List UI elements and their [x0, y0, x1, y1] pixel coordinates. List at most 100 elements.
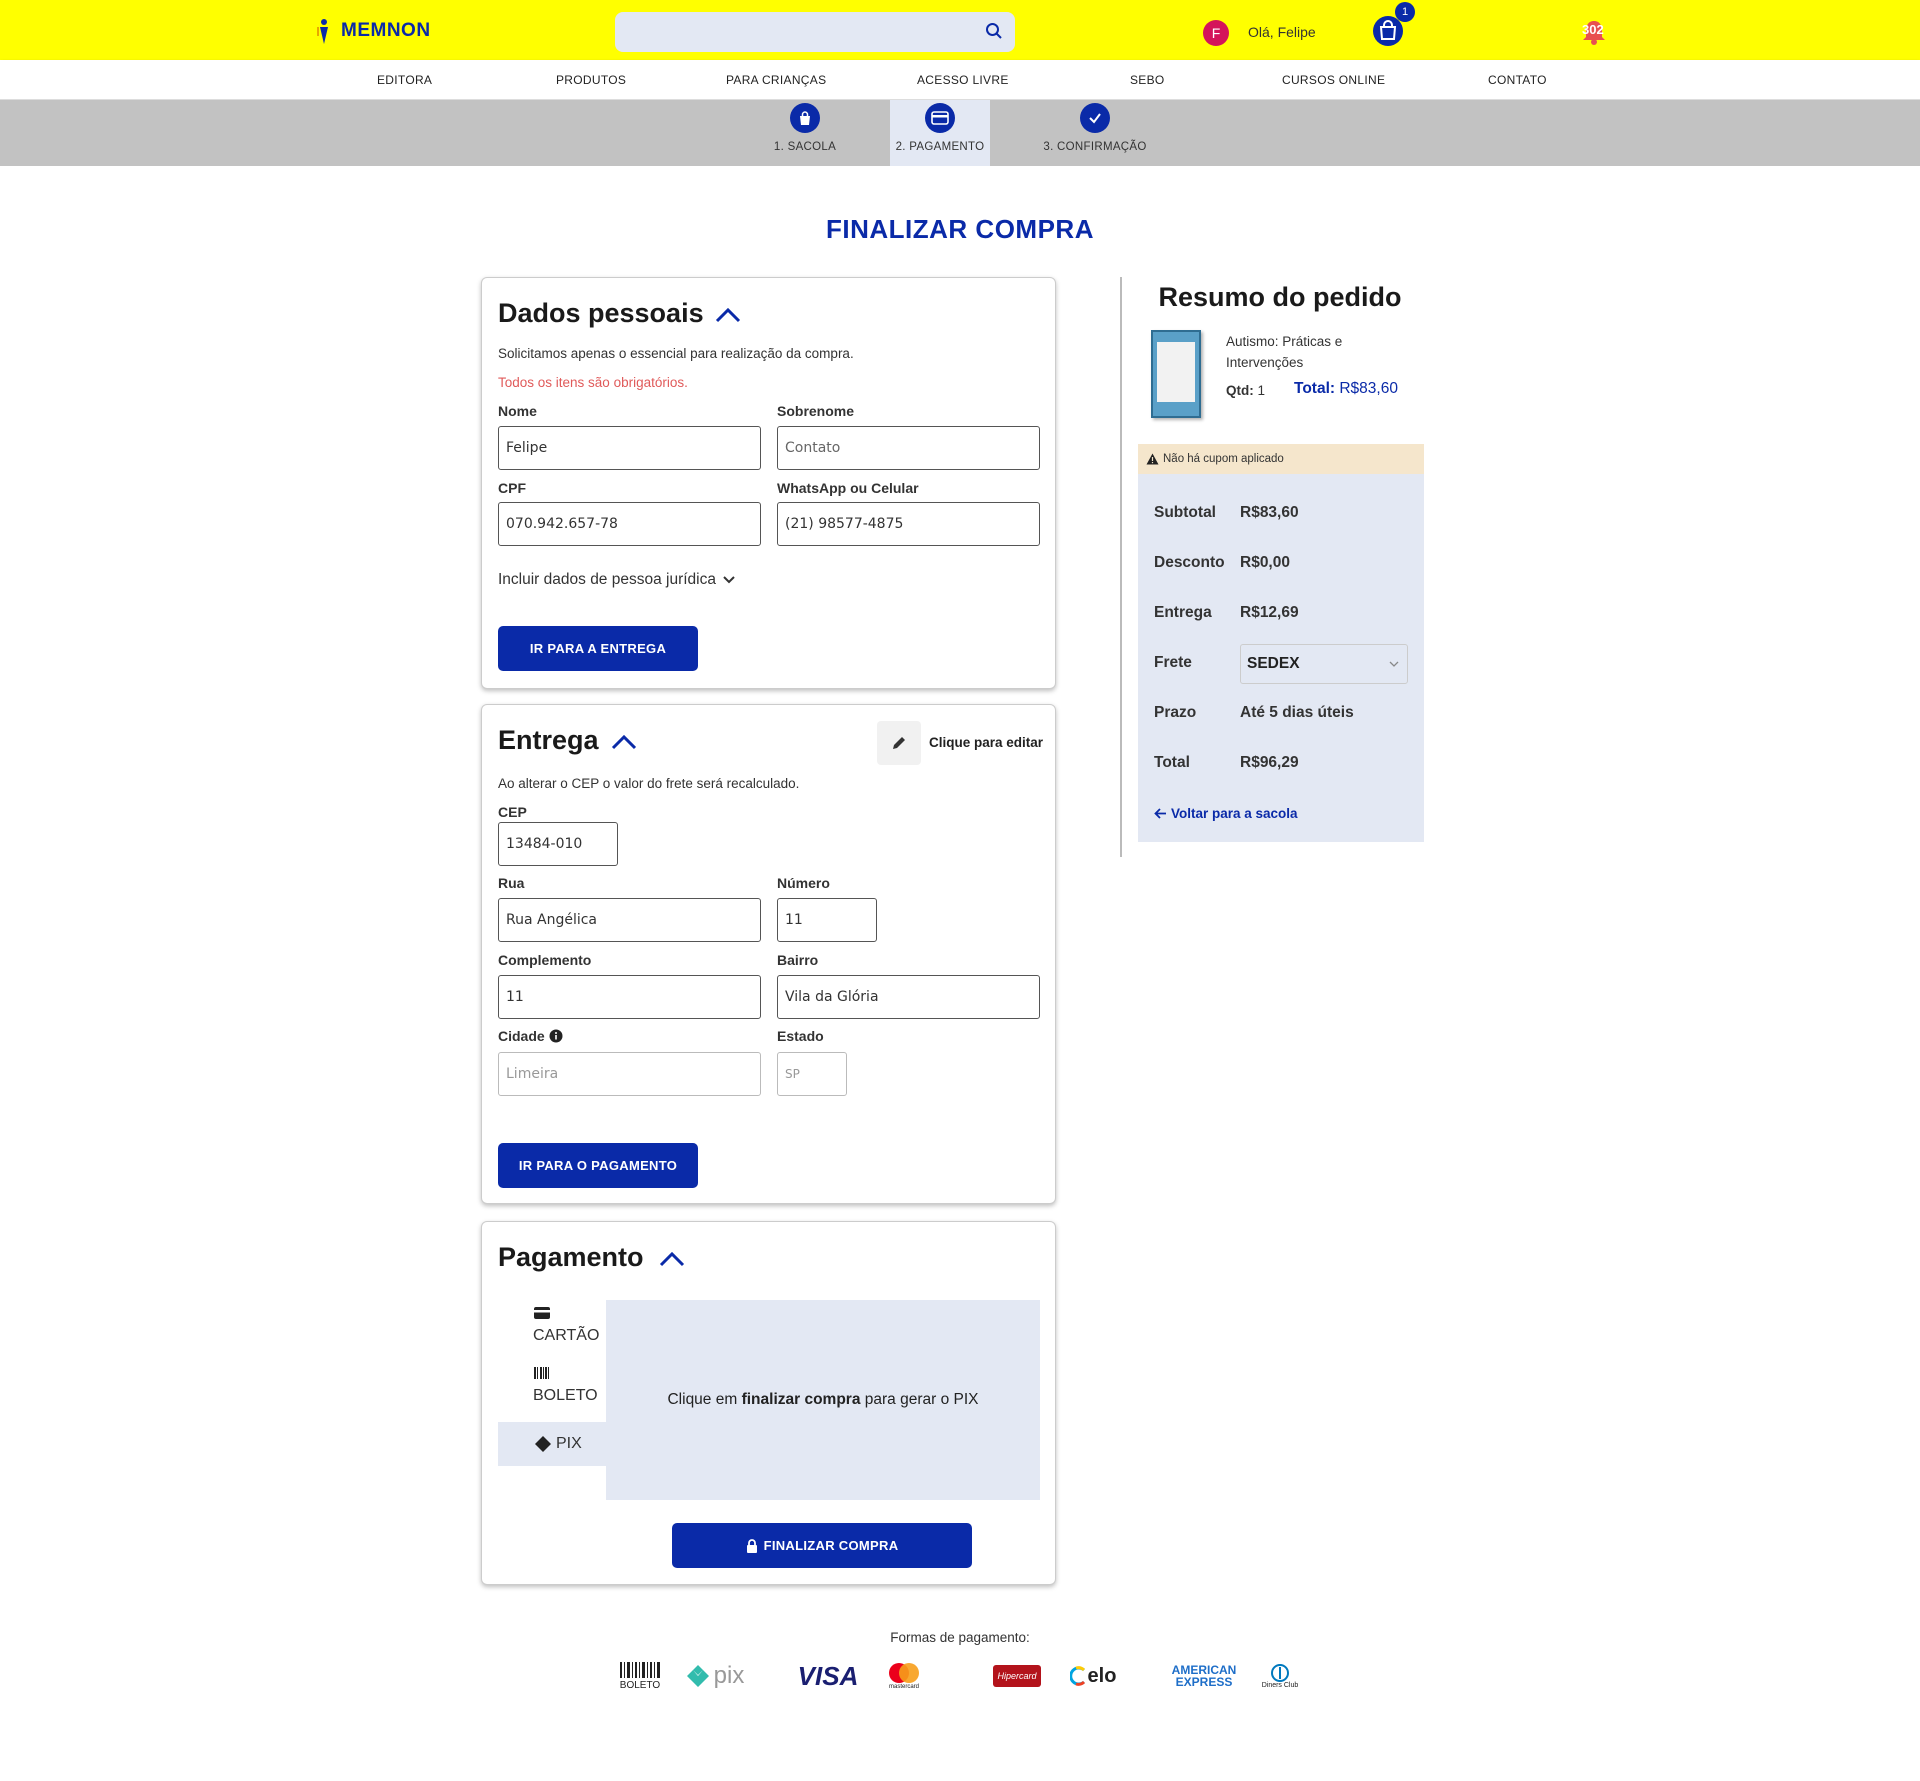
estado-field[interactable]: SP — [777, 1052, 847, 1096]
boleto-logo-text: BOLETO — [619, 1679, 661, 1691]
diners-club-icon — [1271, 1663, 1289, 1682]
product-total-value: R$83,60 — [1339, 380, 1398, 397]
payment-tab-pix[interactable]: PIX — [498, 1422, 606, 1466]
section-subtitle: Solicitamos apenas o essencial para real… — [498, 346, 854, 361]
delivery-card: Entrega Clique para editar Ao alterar o … — [481, 704, 1056, 1204]
check-icon — [1089, 113, 1101, 124]
phone-field[interactable]: (21) 98577-4875 — [777, 502, 1040, 546]
cep-label: CEP — [498, 804, 527, 820]
phone-label: WhatsApp ou Celular — [777, 480, 919, 496]
search-input[interactable] — [615, 12, 1015, 52]
user-greeting[interactable]: Olá, Felipe — [1248, 24, 1316, 40]
pix-logo: pix — [680, 1658, 750, 1694]
bairro-field[interactable]: Vila da Glória — [777, 975, 1040, 1019]
nav-item-para-criancas[interactable]: PARA CRIANÇAS — [726, 73, 826, 87]
nav-item-cursos-online[interactable]: CURSOS ONLINE — [1282, 73, 1385, 87]
back-to-cart-link[interactable]: Voltar para a sacola — [1154, 806, 1298, 821]
elo-logo: elo — [1068, 1658, 1118, 1694]
qty-label: Qtd: — [1226, 383, 1254, 398]
cep-field[interactable]: 13484-010 — [498, 822, 618, 866]
nav-item-produtos[interactable]: PRODUTOS — [556, 73, 626, 87]
go-to-delivery-button[interactable]: IR PARA A ENTREGA — [498, 626, 698, 671]
nav-item-sebo[interactable]: SEBO — [1130, 73, 1165, 87]
avatar[interactable]: F — [1203, 20, 1229, 46]
rua-field[interactable]: Rua Angélica — [498, 898, 761, 942]
elo-logo-text: elo — [1087, 1664, 1117, 1687]
edit-label[interactable]: Clique para editar — [929, 735, 1043, 750]
discount-value: R$0,00 — [1240, 554, 1290, 571]
payment-tab-label: BOLETO — [533, 1387, 598, 1404]
chevron-up-icon[interactable] — [714, 306, 742, 324]
info-icon[interactable] — [549, 1029, 563, 1043]
step-pagamento[interactable]: 2. PAGAMENTO — [890, 100, 990, 166]
pj-toggle[interactable]: Incluir dados de pessoa jurídica — [498, 571, 736, 589]
product-name[interactable]: Autismo: Práticas e Intervenções — [1226, 331, 1376, 373]
step-circle-2 — [925, 103, 955, 133]
complemento-label: Complemento — [498, 952, 592, 968]
shipping-select[interactable]: SEDEX — [1240, 644, 1408, 684]
deadline-label: Prazo — [1154, 704, 1197, 721]
summary-title: Resumo do pedido — [1158, 282, 1402, 312]
hipercard-logo: Hipercard — [992, 1658, 1042, 1694]
grand-total-value: R$96,29 — [1240, 754, 1299, 771]
pix-icon — [686, 1665, 709, 1687]
delivery-note: Ao alterar o CEP o valor do frete será r… — [498, 776, 800, 791]
delivery-cost-label: Entrega — [1154, 604, 1212, 621]
product-cover-image[interactable] — [1151, 330, 1201, 418]
arrow-left-icon — [1154, 808, 1166, 819]
brand-logo[interactable]: MEMNON — [315, 18, 431, 44]
payment-card: Pagamento CARTÃO BOLETO PIX Clique em fi… — [481, 1221, 1056, 1585]
nome-field[interactable]: Felipe — [498, 426, 761, 470]
step-sacola[interactable]: 1. SACOLA — [760, 100, 850, 166]
top-header: MEMNON F Olá, Felipe 1 302 — [0, 0, 1920, 60]
mastercard-logo-text: mastercard — [888, 1684, 919, 1690]
required-note: Todos os itens são obrigatórios. — [498, 375, 688, 390]
edit-button[interactable] — [877, 721, 921, 765]
grand-total-label: Total — [1154, 754, 1190, 771]
pix-logo-text: pix — [713, 1662, 745, 1689]
cidade-label: Cidade — [498, 1028, 545, 1044]
payment-tab-boleto[interactable]: BOLETO — [498, 1366, 606, 1422]
discount-label: Desconto — [1154, 554, 1225, 571]
delivery-cost-value: R$12,69 — [1240, 604, 1299, 621]
nav-item-editora[interactable]: EDITORA — [377, 73, 432, 87]
payment-methods-label: Formas de pagamento: — [890, 1630, 1030, 1645]
book-cover-inner — [1157, 342, 1195, 402]
numero-field[interactable]: 11 — [777, 898, 877, 942]
pix-panel-prefix: Clique em — [667, 1391, 742, 1408]
payment-tab-label: PIX — [556, 1435, 582, 1452]
visa-logo: VISA — [797, 1660, 859, 1691]
pj-toggle-label: Incluir dados de pessoa jurídica — [498, 571, 716, 588]
chevron-up-icon[interactable] — [610, 733, 638, 751]
credit-card-icon — [931, 111, 949, 125]
go-to-payment-button[interactable]: IR PARA O PAGAMENTO — [498, 1143, 698, 1188]
cpf-field[interactable]: 070.942.657-78 — [498, 502, 761, 546]
hipercard-logo-text: Hipercard — [993, 1665, 1041, 1687]
mastercard-logo: mastercard — [884, 1658, 924, 1694]
sobrenome-field[interactable]: Contato — [777, 426, 1040, 470]
chevron-up-icon[interactable] — [658, 1250, 686, 1268]
barcode-icon — [534, 1367, 549, 1379]
column-divider — [1120, 277, 1122, 857]
subtotal-label: Subtotal — [1154, 504, 1216, 521]
finalize-purchase-button[interactable]: FINALIZAR COMPRA — [672, 1523, 972, 1568]
section-title: Pagamento — [498, 1242, 644, 1272]
main-nav: EDITORA PRODUTOS PARA CRIANÇAS ACESSO LI… — [0, 60, 1920, 100]
warning-icon — [1146, 453, 1159, 465]
section-title: Entrega — [498, 725, 599, 755]
cidade-field[interactable]: Limeira — [498, 1052, 761, 1096]
bairro-label: Bairro — [777, 952, 819, 968]
complemento-field[interactable]: 11 — [498, 975, 761, 1019]
cart-count-badge: 1 — [1395, 2, 1415, 22]
step-label: 1. SACOLA — [773, 141, 837, 153]
nav-item-acesso-livre[interactable]: ACESSO LIVRE — [917, 73, 1009, 87]
amex-logo: AMERICAN EXPRESS — [1171, 1663, 1237, 1689]
elo-icon — [1069, 1666, 1085, 1686]
nav-item-contato[interactable]: CONTATO — [1488, 73, 1547, 87]
lock-icon — [746, 1538, 757, 1553]
notification-count: 302 — [1582, 22, 1604, 37]
step-confirmacao[interactable]: 3. CONFIRMAÇÃO — [1040, 100, 1150, 166]
payment-tab-cartao[interactable]: CARTÃO — [498, 1306, 606, 1362]
numero-label: Número — [777, 875, 830, 891]
search-icon[interactable] — [985, 22, 1003, 40]
